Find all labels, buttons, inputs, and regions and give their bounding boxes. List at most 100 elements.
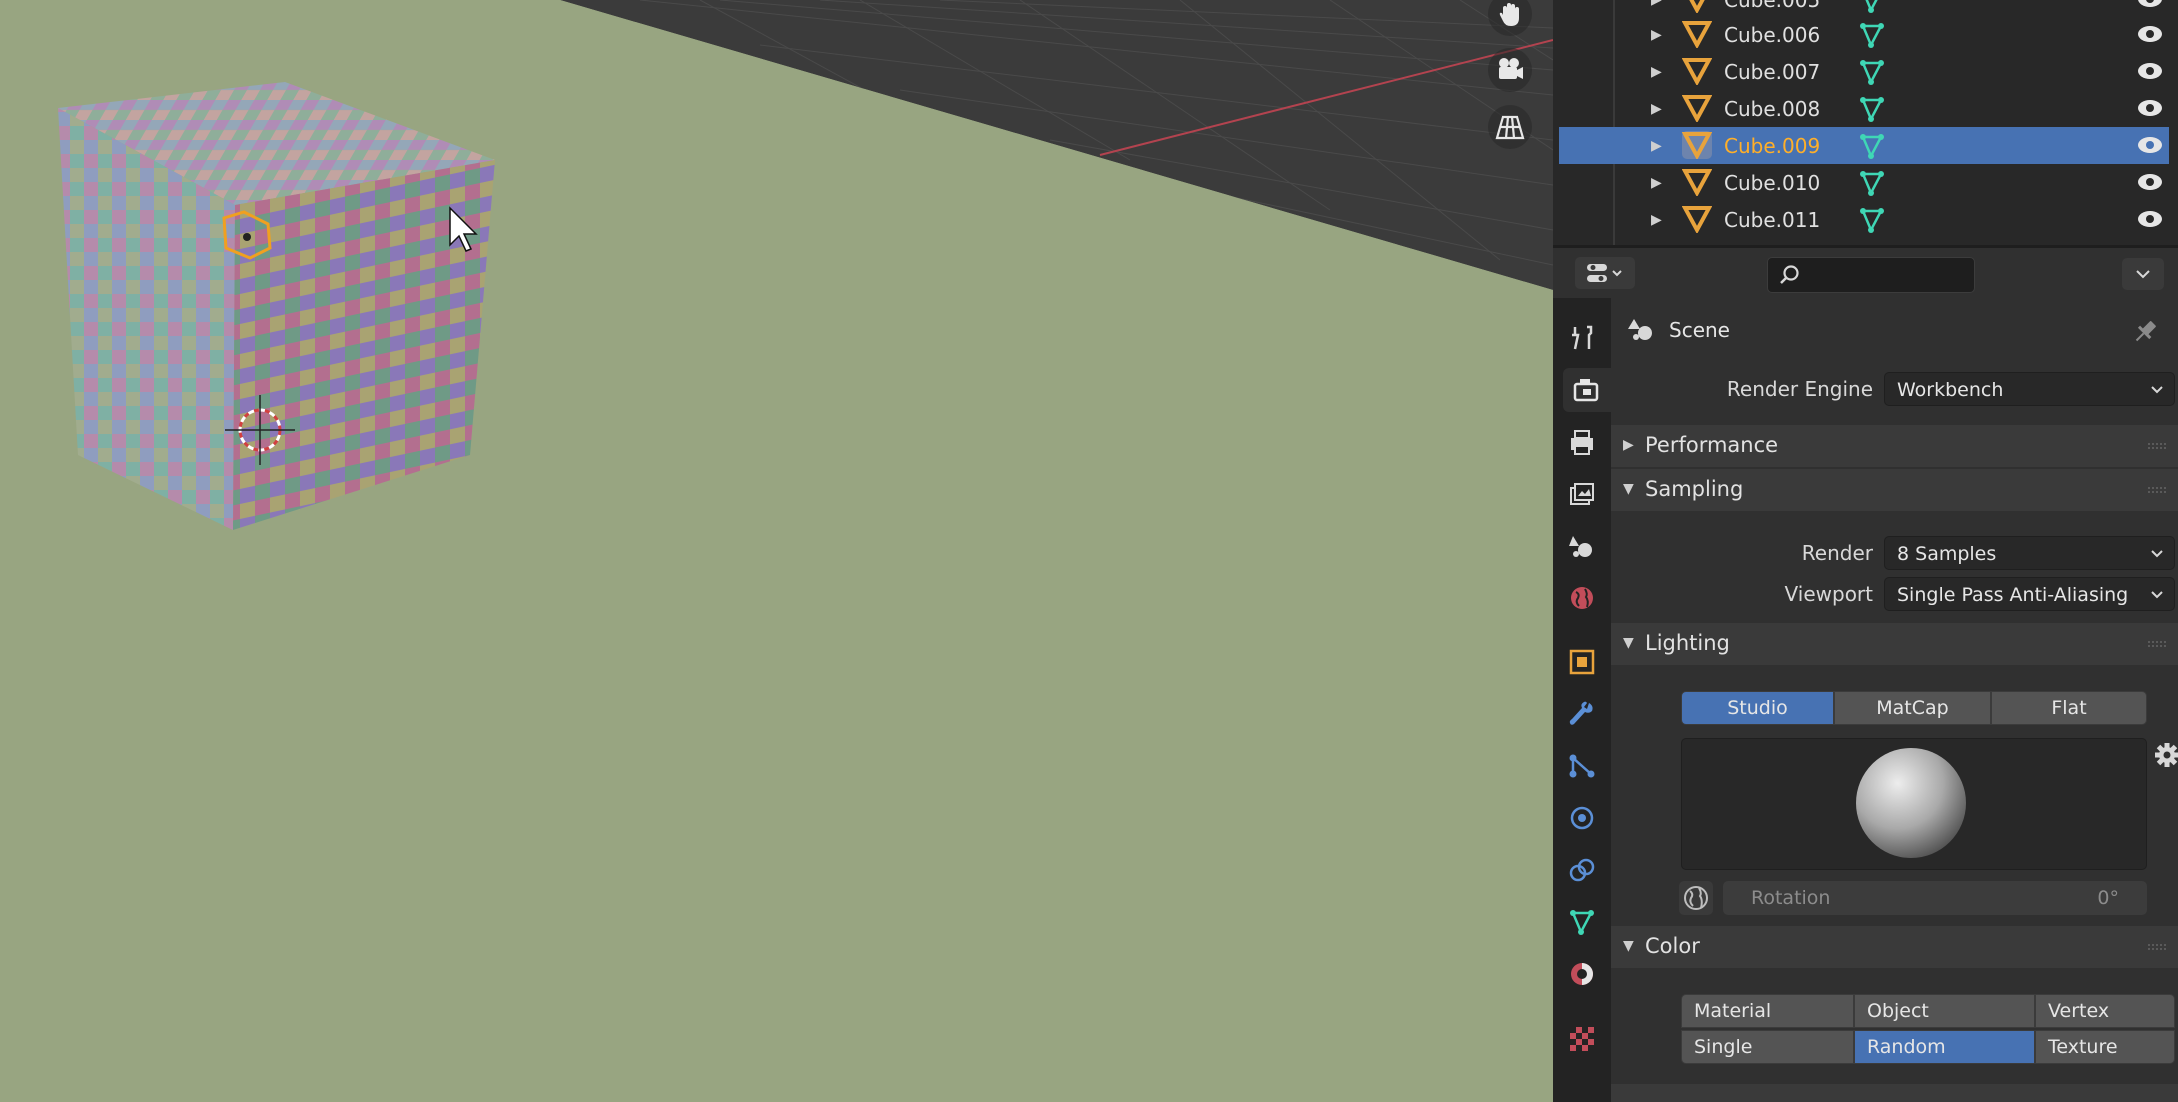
tab-material[interactable] [1560,952,1604,996]
tab-tool[interactable] [1560,316,1604,360]
tab-render[interactable] [1563,368,1611,412]
lighting-matcap-label: MatCap [1876,697,1949,719]
color-object-label: Object [1867,1000,1929,1022]
pin-icon[interactable] [2131,318,2159,346]
render-samples-dropdown[interactable]: 8 Samples [1884,536,2175,570]
tab-world[interactable] [1560,576,1604,620]
color-vertex-button[interactable]: Vertex [2035,994,2175,1028]
outliner-row[interactable]: ▶ Cube.006 [1559,16,2169,53]
camera-view-button[interactable] [1488,48,1532,92]
tab-physics[interactable] [1560,796,1604,840]
color-random-label: Random [1867,1036,1946,1058]
tab-texture[interactable] [1560,1016,1604,1060]
options-panel-header[interactable] [1611,1084,2178,1102]
context-title: Scene [1669,318,1730,342]
drag-grip-icon[interactable] [2148,487,2168,493]
mesh-data-icon[interactable] [1857,95,1887,123]
search-field[interactable] [1767,257,1975,293]
scene-icon [1569,536,1592,557]
mesh-data-icon[interactable] [1857,206,1887,234]
visibility-eye-icon[interactable] [2137,171,2163,193]
color-single-label: Single [1694,1036,1753,1058]
sampling-panel-header[interactable]: ▼ Sampling [1611,469,2178,511]
expand-arrow-icon[interactable]: ▶ [1651,64,1662,80]
color-material-button[interactable]: Material [1681,994,1854,1028]
outliner-row-selected[interactable]: ▶ Cube.009 [1559,127,2169,164]
tab-constraints[interactable] [1560,848,1604,892]
visibility-eye-icon[interactable] [2137,97,2163,119]
outliner-row[interactable]: ▶ Cube.011 [1559,201,2169,238]
object-icon [1682,206,1712,233]
mesh-data-icon[interactable] [1857,132,1887,160]
visibility-eye-icon[interactable] [2137,23,2163,45]
gear-icon[interactable] [2152,740,2178,770]
lighting-panel-header[interactable]: ▼ Lighting [1611,623,2178,665]
expand-arrow-icon[interactable]: ▶ [1651,27,1662,43]
options-dropdown-button[interactable] [2122,258,2164,290]
expand-arrow-icon[interactable]: ▶ [1651,212,1662,228]
tab-scene[interactable] [1560,524,1604,568]
tab-particles[interactable] [1560,744,1604,788]
visibility-eye-icon[interactable] [2137,208,2163,230]
color-object-button[interactable]: Object [1854,994,2035,1028]
object-icon [1682,169,1712,196]
mesh-data-icon[interactable] [1857,58,1887,86]
color-texture-button[interactable]: Texture [2035,1030,2175,1064]
color-panel-header[interactable]: ▼ Color [1611,926,2178,968]
properties-panel: Scene Render Engine Workbench ▶ Performa… [1611,298,2178,1102]
expand-arrow-icon[interactable]: ▶ [1651,0,1662,8]
drag-grip-icon[interactable] [2148,443,2168,449]
rotation-field[interactable]: Rotation 0° [1723,881,2147,915]
drag-grip-icon[interactable] [2148,641,2168,647]
3d-viewport[interactable] [0,0,1553,1102]
expand-arrow-icon[interactable]: ▶ [1651,138,1662,154]
visibility-eye-icon[interactable] [2137,0,2163,10]
outliner-item-label: Cube.007 [1724,59,1821,84]
world-space-lighting-toggle[interactable] [1679,881,1713,915]
studio-light-sphere [1856,748,1966,858]
mesh-data-icon[interactable] [1857,169,1887,197]
drag-grip-icon[interactable] [2148,944,2168,950]
editor-type-button[interactable] [1575,257,1635,289]
mesh-data-icon [1570,910,1594,935]
rotation-value: 0° [2097,887,2119,909]
lighting-title: Lighting [1645,631,1730,655]
viewport-samples-dropdown[interactable]: Single Pass Anti-Aliasing [1884,577,2175,611]
outliner-row[interactable]: ▶ Cube.010 [1559,164,2169,201]
tab-data[interactable] [1560,900,1604,944]
color-random-button[interactable]: Random [1854,1030,2035,1064]
render-engine-label: Render Engine [1726,377,1873,401]
tab-view-layer[interactable] [1560,472,1604,516]
viewport-scene[interactable] [0,0,1553,1102]
performance-panel-header[interactable]: ▶ Performance [1611,425,2178,467]
toggle-perspective-button[interactable] [1488,105,1532,149]
search-input[interactable] [1808,262,1972,288]
expand-arrow-icon[interactable]: ▶ [1651,101,1662,117]
lighting-matcap-button[interactable]: MatCap [1834,691,1991,725]
object-origin-dot [243,233,251,241]
outliner-row[interactable]: ▶ Cube.007 [1559,53,2169,90]
visibility-eye-icon[interactable] [2137,134,2163,156]
right-panel: ▶ Cube.005 ▶ Cube.006 ▶ Cube.007 ▶ Cube.… [1553,0,2178,1102]
outliner-row[interactable]: ▶ Cube.008 [1559,90,2169,127]
lighting-studio-button[interactable]: Studio [1681,691,1834,725]
visibility-eye-icon[interactable] [2137,60,2163,82]
color-title: Color [1645,934,1700,958]
tab-object[interactable] [1560,640,1604,684]
color-single-button[interactable]: Single [1681,1030,1854,1064]
tab-modifiers[interactable] [1560,692,1604,736]
mesh-data-icon[interactable] [1857,21,1887,49]
lighting-flat-button[interactable]: Flat [1991,691,2147,725]
studio-light-preview[interactable] [1681,738,2147,870]
outliner-item-label: Cube.005 [1724,0,1820,12]
chevron-down-icon [2151,386,2163,394]
rotation-label: Rotation [1751,887,1831,909]
collapsed-arrow-icon: ▶ [1623,437,1634,453]
tab-output[interactable] [1560,420,1604,464]
chevron-down-icon [2151,591,2163,599]
outliner-item-label: Cube.011 [1724,207,1821,232]
mesh-data-icon[interactable] [1857,0,1887,14]
outliner[interactable]: ▶ Cube.005 ▶ Cube.006 ▶ Cube.007 ▶ Cube.… [1553,0,2178,248]
render-engine-dropdown[interactable]: Workbench [1884,372,2175,406]
expand-arrow-icon[interactable]: ▶ [1651,175,1662,191]
